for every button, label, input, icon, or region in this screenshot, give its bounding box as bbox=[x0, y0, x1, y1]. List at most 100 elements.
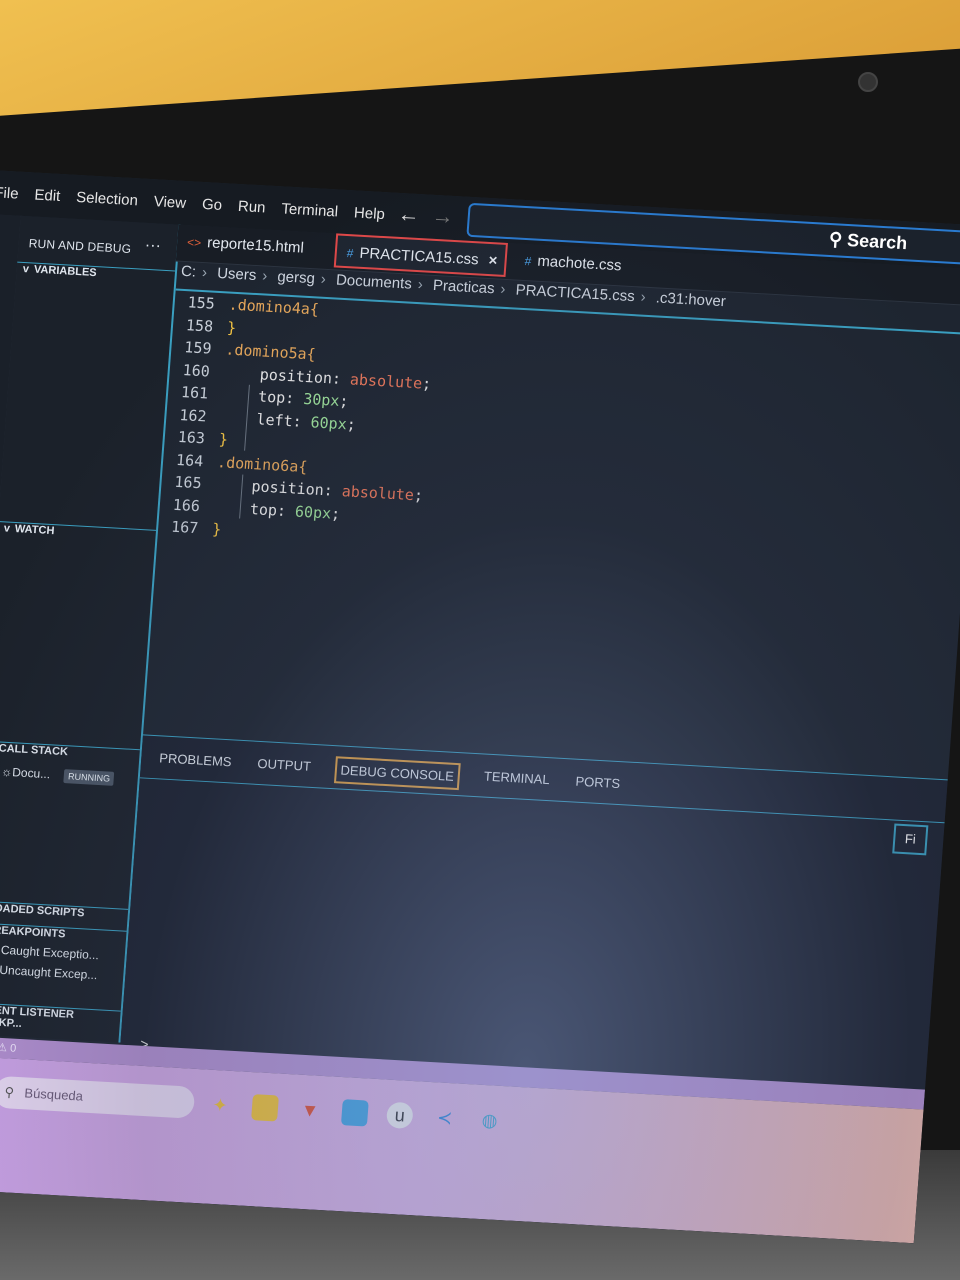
nav-arrows: ←→ bbox=[397, 201, 467, 231]
css-property: left: bbox=[255, 409, 312, 431]
chevron-right-icon: › bbox=[201, 264, 208, 282]
call-stack-header: CALL STACK bbox=[0, 742, 69, 759]
css-property: top: bbox=[249, 499, 296, 521]
css-file-icon: # bbox=[524, 254, 532, 269]
edge-browser-icon[interactable]: ◍ bbox=[476, 1107, 504, 1134]
copilot-icon[interactable]: ✦ bbox=[206, 1092, 234, 1119]
menu-run[interactable]: Run bbox=[237, 198, 266, 216]
code-line: 163} bbox=[164, 425, 229, 450]
watch-header: WATCH bbox=[14, 522, 55, 538]
css-value: 60px bbox=[294, 502, 332, 523]
breadcrumb-item[interactable]: Practicas bbox=[432, 277, 495, 297]
chevron-right-icon: › bbox=[640, 288, 647, 306]
code-line: 167} bbox=[158, 515, 223, 540]
close-icon[interactable]: × bbox=[488, 252, 498, 269]
chevron-down-icon: v bbox=[22, 263, 30, 276]
search-icon: ⚲ bbox=[828, 228, 848, 250]
css-value: absolute bbox=[341, 482, 415, 505]
tab-output[interactable]: OUTPUT bbox=[254, 752, 313, 782]
breadcrumb-item[interactable]: Documents bbox=[335, 272, 412, 293]
chevron-right-icon: › bbox=[417, 276, 424, 294]
menu-selection[interactable]: Selection bbox=[76, 189, 139, 209]
code-text: .domino6a{ bbox=[216, 452, 309, 476]
vscode-icon[interactable]: ≺ bbox=[431, 1104, 459, 1131]
webcam bbox=[858, 72, 878, 92]
code-line: 158} bbox=[172, 313, 237, 338]
file-explorer-icon[interactable] bbox=[251, 1094, 279, 1122]
code-text: } bbox=[211, 519, 222, 539]
code-text: .domino4a{ bbox=[228, 295, 320, 319]
chevron-right-icon: › bbox=[261, 267, 268, 285]
breakpoint-uncaught[interactable]: Uncaught Excep... bbox=[0, 961, 124, 983]
search-icon: ⚲ bbox=[3, 1084, 15, 1100]
line-number: 162 bbox=[178, 405, 208, 425]
code-text: } bbox=[218, 430, 229, 449]
line-number: 163 bbox=[177, 427, 206, 448]
event-listener-header: EVENT LISTENER BREAKP... bbox=[0, 1003, 75, 1031]
variables-header: VARIABLES bbox=[33, 263, 98, 280]
line-number: 165 bbox=[173, 472, 203, 493]
more-actions-icon[interactable]: ··· bbox=[144, 237, 161, 256]
line-number: 159 bbox=[183, 338, 213, 358]
tab-problems[interactable]: PROBLEMS bbox=[156, 746, 234, 777]
tab-ports[interactable]: PORTS bbox=[572, 770, 622, 800]
code-text: } bbox=[226, 318, 237, 337]
menu-file[interactable]: File bbox=[0, 184, 19, 202]
semicolon: ; bbox=[346, 414, 357, 434]
html-file-icon: <> bbox=[186, 235, 202, 250]
filter-input[interactable]: Fi bbox=[892, 823, 929, 856]
semicolon: ; bbox=[338, 391, 350, 411]
forward-arrow-icon[interactable]: → bbox=[431, 203, 467, 230]
status-badge: RUNNING bbox=[63, 769, 115, 786]
microsoft-store-icon[interactable] bbox=[340, 1099, 369, 1127]
menu-view[interactable]: View bbox=[153, 193, 186, 212]
brave-browser-icon[interactable]: ▼ bbox=[296, 1097, 324, 1124]
css-value: absolute bbox=[349, 369, 423, 392]
line-number: 167 bbox=[170, 517, 199, 538]
problems-status[interactable]: ⊗ 0 ⚠ 0 bbox=[0, 1040, 17, 1055]
search-label: ⚲ Search bbox=[828, 228, 908, 254]
menu-help[interactable]: Help bbox=[353, 204, 385, 223]
css-value: 30px bbox=[302, 389, 341, 410]
breadcrumb-item[interactable]: C: bbox=[180, 263, 196, 281]
css-file-icon: # bbox=[346, 246, 355, 261]
semicolon: ; bbox=[421, 373, 432, 393]
back-arrow-icon[interactable]: ← bbox=[397, 201, 433, 228]
css-property: position: bbox=[250, 477, 343, 501]
line-number: 160 bbox=[182, 360, 211, 381]
vscode-window: File Edit Selection View Go Run Terminal… bbox=[0, 170, 960, 1244]
menu-edit[interactable]: Edit bbox=[34, 187, 61, 205]
run-debug-icon[interactable]: ▷ bbox=[0, 334, 4, 355]
tab-reporte15[interactable]: <> reporte15.html bbox=[176, 225, 328, 267]
css-value: 60px bbox=[310, 412, 348, 433]
taskbar-search[interactable]: ⚲ Búsqueda bbox=[0, 1075, 196, 1119]
menu-go[interactable]: Go bbox=[201, 196, 222, 214]
code-editor[interactable]: 155 .domino4a{158} 159 .domino5a{160 positi… bbox=[143, 288, 960, 775]
chevron-right-icon: › bbox=[320, 270, 327, 288]
tab-terminal[interactable]: TERMINAL bbox=[481, 764, 553, 795]
sidebar-title: RUN AND DEBUG bbox=[28, 236, 132, 256]
menu-terminal[interactable]: Terminal bbox=[281, 200, 339, 220]
line-number: 166 bbox=[172, 495, 201, 515]
call-stack-item[interactable]: v ☼Docu...RUNNING bbox=[0, 764, 138, 787]
variables-section[interactable]: v VARIABLES bbox=[0, 261, 176, 530]
css-property: position: bbox=[259, 364, 351, 388]
tab-debug-console[interactable]: DEBUG CONSOLE bbox=[333, 756, 461, 791]
breakpoints-section[interactable]: vBREAKPOINTS Caught Exceptio... Uncaught… bbox=[0, 921, 127, 1011]
extensions-icon[interactable]: ▢ bbox=[0, 374, 1, 395]
line-number: 161 bbox=[180, 383, 209, 403]
breakpoint-caught[interactable]: Caught Exceptio... bbox=[0, 941, 125, 963]
chevron-right-icon: › bbox=[499, 280, 507, 298]
breadcrumb-item[interactable]: .c31:hover bbox=[655, 289, 726, 310]
watch-section[interactable]: v WATCH bbox=[0, 521, 157, 750]
breadcrumb-item[interactable]: Users bbox=[217, 265, 257, 284]
unreal-engine-icon[interactable]: u bbox=[385, 1101, 414, 1130]
line-number: 158 bbox=[185, 315, 214, 336]
breadcrumb-item[interactable]: gersg bbox=[277, 268, 316, 287]
line-number: 164 bbox=[175, 450, 204, 470]
call-stack-section[interactable]: vCALL STACK v ☼Docu...RUNNING bbox=[0, 740, 140, 909]
